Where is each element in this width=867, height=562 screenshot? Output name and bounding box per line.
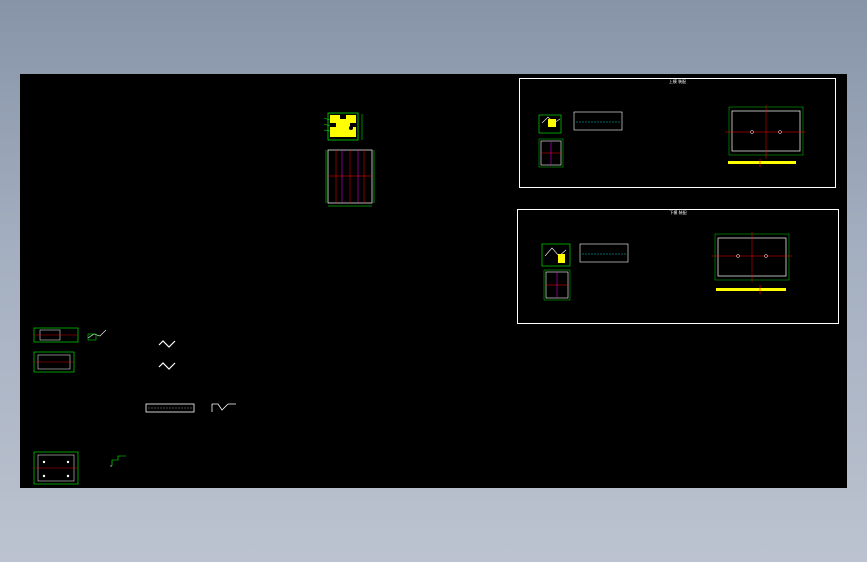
drawing-canvas[interactable]: 上模 装配 下模 装配 xyxy=(20,74,847,488)
left-detail-views[interactable] xyxy=(30,322,120,382)
lower-die-assembly-frame[interactable]: 下模 装配 xyxy=(517,209,839,324)
upper-die-assembly-frame[interactable]: 上模 装配 xyxy=(519,78,836,188)
upper-assembly-drawing[interactable] xyxy=(520,79,837,189)
lower-assembly-drawing[interactable] xyxy=(518,210,840,325)
weld-symbols[interactable] xyxy=(155,336,185,376)
bar-and-notch[interactable] xyxy=(142,400,242,416)
bottom-plate-view[interactable] xyxy=(30,446,140,488)
part-section-view[interactable] xyxy=(320,104,380,214)
